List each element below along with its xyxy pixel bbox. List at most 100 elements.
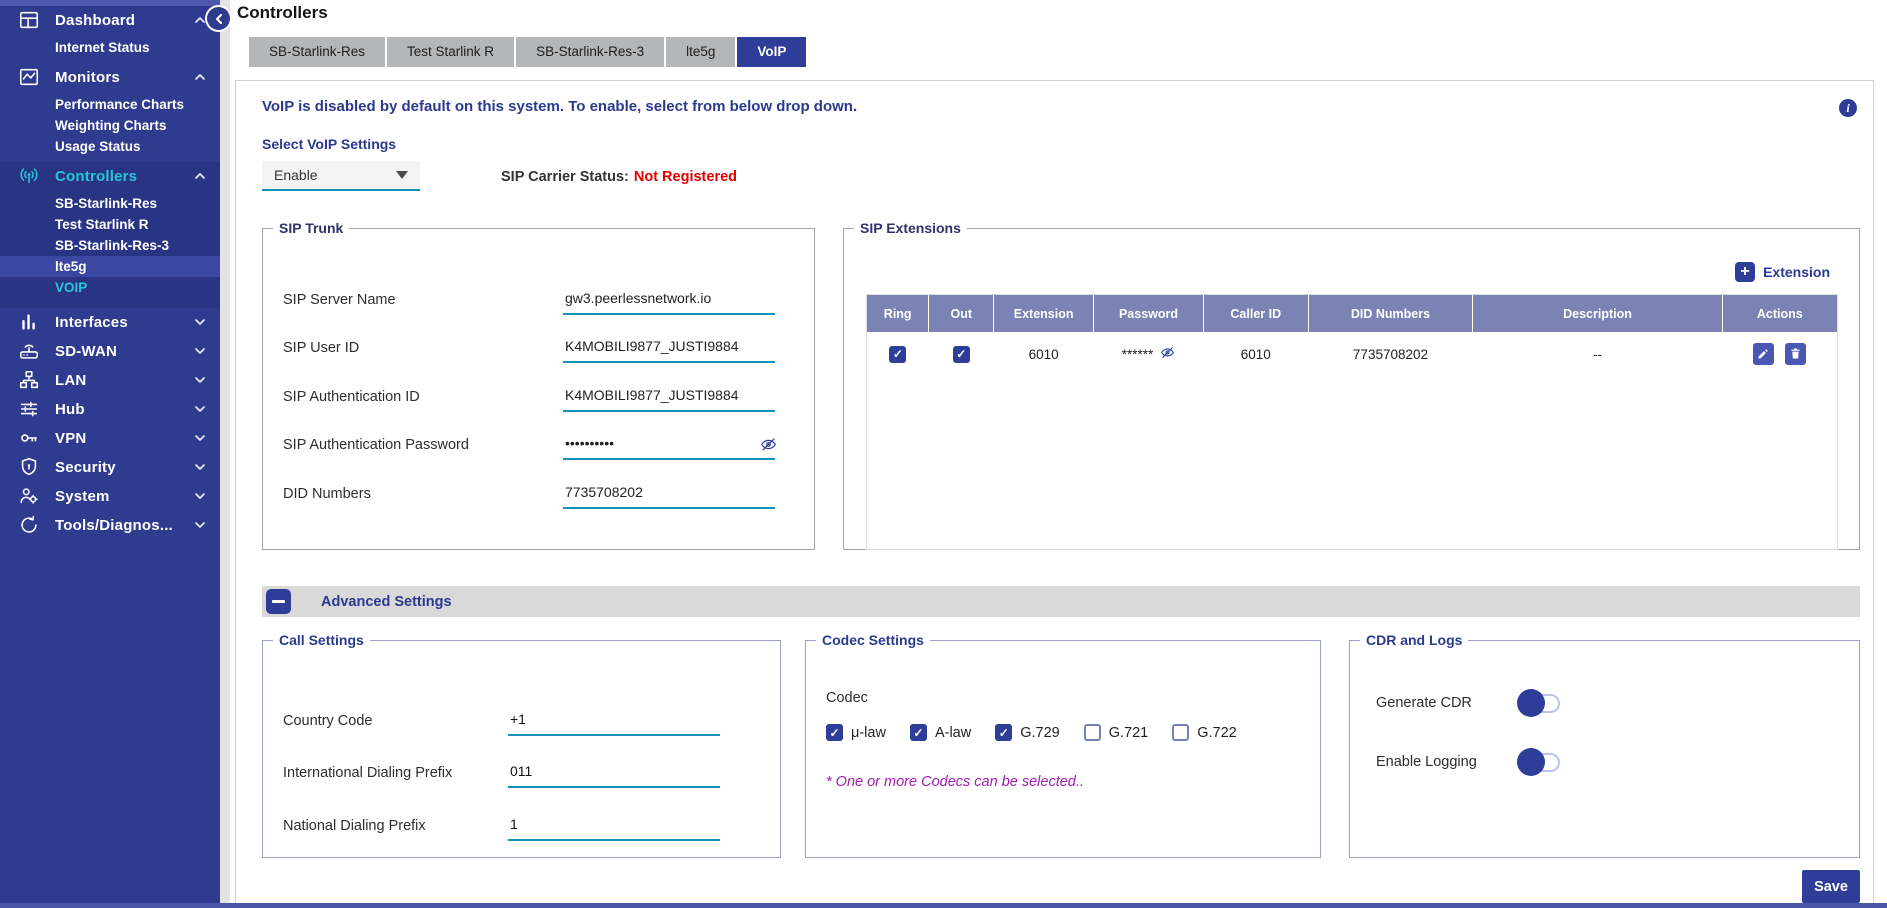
natl-dialing-prefix-input[interactable]: 1 — [508, 816, 720, 841]
sidebar-item-usage-status[interactable]: Usage Status — [0, 136, 220, 157]
codec-g721-checkbox[interactable] — [1084, 724, 1101, 741]
sidebar-item-monitors[interactable]: Monitors — [0, 63, 220, 91]
chevron-down-icon — [194, 491, 206, 501]
sidebar-collapse-button[interactable] — [207, 7, 230, 30]
col-extension: Extension — [994, 295, 1094, 332]
dashboard-icon — [16, 9, 42, 31]
sidebar-item-sb-starlink-res-3[interactable]: SB-Starlink-Res-3 — [0, 235, 220, 256]
field-row: DID Numbers 7735708202 — [263, 470, 814, 518]
country-code-input[interactable]: +1 — [508, 711, 720, 736]
extensions-table-container: Ring Out Extension Password Caller ID DI… — [866, 294, 1838, 550]
sidebar: Dashboard Internet Status Monitors Perfo… — [0, 0, 220, 908]
sidebar-item-controllers[interactable]: Controllers — [0, 162, 220, 190]
sip-auth-password-label: SIP Authentication Password — [283, 437, 563, 453]
sidebar-item-voip[interactable]: VOIP — [0, 277, 220, 298]
collapse-advanced-button[interactable] — [266, 589, 291, 614]
hub-sliders-icon — [16, 398, 42, 420]
sidebar-item-tools-diagnostics[interactable]: Tools/Diagnos... — [0, 511, 220, 539]
codec-ulaw-option[interactable]: ✓μ-law — [826, 724, 886, 741]
sidebar-item-weighting-charts[interactable]: Weighting Charts — [0, 115, 220, 136]
intl-dialing-prefix-label: International Dialing Prefix — [283, 765, 508, 788]
field-row: Generate CDR — [1350, 689, 1859, 717]
cell-extension: 6010 — [994, 332, 1094, 376]
out-checkbox[interactable]: ✓ — [953, 346, 970, 363]
tab-lte5g[interactable]: lte5g — [666, 37, 735, 67]
page-title: Controllers — [237, 3, 328, 23]
codec-g722-option[interactable]: G.722 — [1172, 724, 1237, 741]
sidebar-item-sd-wan[interactable]: SD-WAN — [0, 337, 220, 365]
sidebar-item-dashboard[interactable]: Dashboard — [0, 6, 220, 34]
sip-server-name-input[interactable]: gw3.peerlessnetwork.io — [563, 285, 775, 315]
codec-g729-label: G.729 — [1020, 725, 1060, 741]
sip-user-id-input[interactable]: K4MOBILI9877_JUSTI9884 — [563, 333, 775, 363]
controller-tabs: SB-Starlink-Res Test Starlink R SB-Starl… — [249, 37, 806, 67]
sidebar-item-label: VPN — [55, 430, 194, 447]
codec-options: ✓μ-law ✓ A-law ✓ G.729 G.721 G.722 — [826, 724, 1237, 741]
sidebar-item-internet-status[interactable]: Internet Status — [0, 37, 220, 58]
sip-carrier-status: SIP Carrier Status: Not Registered — [501, 169, 737, 185]
edit-extension-button[interactable] — [1753, 343, 1774, 365]
sidebar-item-performance-charts[interactable]: Performance Charts — [0, 94, 220, 115]
codec-g729-option[interactable]: ✓ G.729 — [995, 724, 1060, 741]
add-extension-label: Extension — [1763, 264, 1830, 280]
sidebar-item-security[interactable]: Security — [0, 453, 220, 481]
info-icon[interactable]: i — [1839, 99, 1857, 117]
codec-g721-option[interactable]: G.721 — [1084, 724, 1149, 741]
tab-voip[interactable]: VoIP — [737, 37, 806, 67]
sidebar-item-hub[interactable]: Hub — [0, 395, 220, 423]
codec-alaw-checkbox[interactable]: ✓ — [910, 724, 927, 741]
codec-g729-checkbox[interactable]: ✓ — [995, 724, 1012, 741]
tab-sb-starlink-res-3[interactable]: SB-Starlink-Res-3 — [516, 37, 664, 67]
eye-slash-icon[interactable] — [1160, 346, 1175, 362]
ring-checkbox[interactable]: ✓ — [889, 346, 906, 363]
codec-ulaw-checkbox[interactable]: ✓ — [826, 724, 843, 741]
tab-test-starlink-r[interactable]: Test Starlink R — [387, 37, 514, 67]
sidebar-scrollbar[interactable] — [220, 0, 230, 908]
sip-auth-id-input[interactable]: K4MOBILI9877_JUSTI9884 — [563, 382, 775, 412]
sidebar-item-vpn[interactable]: VPN — [0, 424, 220, 452]
table-header-row: Ring Out Extension Password Caller ID DI… — [867, 295, 1837, 332]
field-row: International Dialing Prefix 011 — [263, 754, 780, 788]
delete-extension-button[interactable] — [1785, 343, 1806, 365]
save-button[interactable]: Save — [1802, 870, 1860, 903]
chevron-down-icon — [194, 317, 206, 327]
cell-caller-id: 6010 — [1203, 332, 1308, 376]
sidebar-item-label: Tools/Diagnos... — [55, 517, 194, 534]
sidebar-item-lte5g[interactable]: lte5g — [0, 256, 220, 277]
cell-description: -- — [1473, 332, 1722, 376]
sip-server-name-label: SIP Server Name — [283, 292, 563, 308]
codec-g722-checkbox[interactable] — [1172, 724, 1189, 741]
generate-cdr-label: Generate CDR — [1376, 695, 1502, 711]
did-numbers-input[interactable]: 7735708202 — [563, 479, 775, 509]
codec-alaw-option[interactable]: ✓ A-law — [910, 724, 971, 741]
controllers-antenna-icon — [16, 165, 42, 187]
sip-carrier-status-value: Not Registered — [634, 169, 737, 185]
add-extension-button[interactable]: + Extension — [1735, 262, 1830, 282]
voip-enable-dropdown[interactable]: Enable — [262, 161, 420, 191]
field-row: Country Code +1 — [263, 702, 780, 736]
codec-alaw-label: A-law — [935, 725, 971, 741]
sidebar-item-label: SD-WAN — [55, 343, 194, 360]
sidebar-item-test-starlink-r[interactable]: Test Starlink R — [0, 214, 220, 235]
chevron-down-icon — [194, 433, 206, 443]
codec-note: * One or more Codecs can be selected.. — [826, 774, 1084, 790]
advanced-settings-title: Advanced Settings — [321, 594, 452, 610]
country-code-label: Country Code — [283, 713, 508, 736]
sip-auth-password-input[interactable]: •••••••••• — [563, 430, 775, 460]
table-row: ✓ ✓ 6010 ****** 6010 7735708202 -- — [867, 332, 1837, 376]
generate-cdr-toggle[interactable] — [1518, 694, 1560, 713]
minus-icon — [272, 600, 285, 603]
sidebar-item-system[interactable]: System — [0, 482, 220, 510]
enable-logging-toggle[interactable] — [1518, 753, 1560, 772]
sidebar-item-interfaces[interactable]: Interfaces — [0, 308, 220, 336]
sidebar-item-label: Interfaces — [55, 314, 194, 331]
intl-dialing-prefix-input[interactable]: 011 — [508, 763, 720, 788]
cdr-logs-legend: CDR and Logs — [1360, 632, 1468, 648]
eye-slash-icon[interactable] — [760, 437, 777, 455]
sidebar-item-sb-starlink-res[interactable]: SB-Starlink-Res — [0, 193, 220, 214]
sidebar-item-lan[interactable]: LAN — [0, 366, 220, 394]
tab-sb-starlink-res[interactable]: SB-Starlink-Res — [249, 37, 385, 67]
sip-carrier-status-label: SIP Carrier Status: — [501, 169, 629, 185]
select-voip-settings-label: Select VoIP Settings — [262, 136, 396, 152]
codec-group-label: Codec — [826, 690, 868, 706]
